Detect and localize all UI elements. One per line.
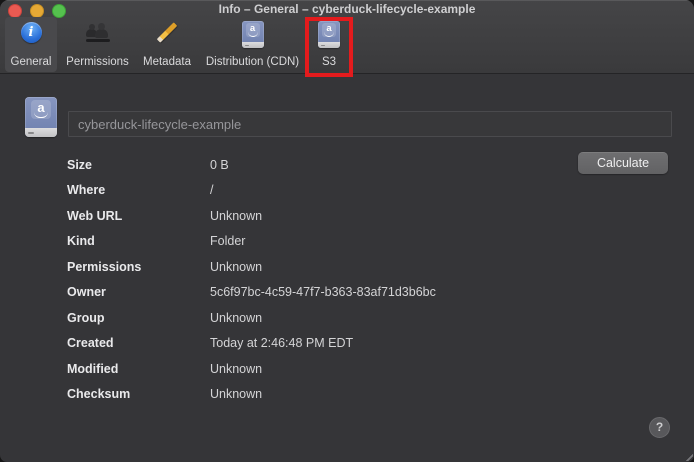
info-icon: i — [21, 22, 42, 43]
row-value: Unknown — [210, 209, 262, 223]
tab-general[interactable]: i General — [5, 17, 57, 72]
row-label: Kind — [67, 234, 210, 248]
tab-distribution-cdn[interactable]: a Distribution (CDN) — [202, 17, 303, 72]
row-value: / — [210, 183, 213, 197]
row-value: Unknown — [210, 387, 262, 401]
info-window: Info – General – cyberduck-lifecycle-exa… — [0, 0, 694, 462]
tab-metadata-label: Metadata — [139, 56, 195, 68]
row-value: Today at 2:46:48 PM EDT — [210, 336, 353, 350]
tab-permissions-label: Permissions — [58, 56, 137, 68]
info-row-web-url: Web URL Unknown — [67, 203, 564, 229]
row-label: Permissions — [67, 260, 210, 274]
row-label: Modified — [67, 362, 210, 376]
tab-general-label: General — [5, 56, 57, 68]
row-label: Group — [67, 311, 210, 325]
bucket-name-field[interactable] — [68, 111, 672, 137]
info-row-size: Size 0 B — [67, 152, 564, 178]
amazon-drive-icon: a — [318, 21, 340, 48]
row-value: Unknown — [210, 311, 262, 325]
tab-s3-label: S3 — [305, 56, 353, 68]
info-row-owner: Owner 5c6f97bc-4c59-47f7-b363-83af71d3b6… — [67, 280, 564, 306]
tab-metadata[interactable]: Metadata — [139, 17, 195, 72]
info-row-where: Where / — [67, 178, 564, 204]
pencil-icon — [153, 19, 181, 46]
zoom-button[interactable] — [52, 4, 66, 18]
info-row-group: Group Unknown — [67, 305, 564, 331]
help-button[interactable]: ? — [649, 417, 670, 438]
info-row-permissions: Permissions Unknown — [67, 254, 564, 280]
window-title: Info – General – cyberduck-lifecycle-exa… — [70, 2, 624, 16]
tab-distribution-cdn-label: Distribution (CDN) — [202, 56, 303, 68]
calculate-button[interactable]: Calculate — [578, 152, 668, 174]
minimize-button[interactable] — [30, 4, 44, 18]
row-value: 0 B — [210, 158, 229, 172]
window-chrome: Info – General – cyberduck-lifecycle-exa… — [0, 0, 694, 74]
close-button[interactable] — [8, 4, 22, 18]
amazon-drive-icon: a — [242, 21, 264, 48]
info-row-created: Created Today at 2:46:48 PM EDT — [67, 331, 564, 357]
row-label: Size — [67, 158, 210, 172]
row-label: Created — [67, 336, 210, 350]
row-value: Unknown — [210, 362, 262, 376]
resize-handle[interactable] — [685, 453, 693, 461]
tab-permissions[interactable]: Permissions — [58, 17, 137, 72]
info-details: Size 0 B Where / Web URL Unknown Kind Fo… — [67, 152, 564, 407]
row-value: Folder — [210, 234, 245, 248]
users-icon — [85, 23, 111, 44]
row-value: Unknown — [210, 260, 262, 274]
tab-s3[interactable]: a S3 — [305, 17, 353, 72]
info-row-checksum: Checksum Unknown — [67, 382, 564, 408]
row-label: Where — [67, 183, 210, 197]
info-row-modified: Modified Unknown — [67, 356, 564, 382]
bucket-drive-icon: a — [25, 97, 57, 137]
row-label: Web URL — [67, 209, 210, 223]
info-row-kind: Kind Folder — [67, 229, 564, 255]
row-label: Owner — [67, 285, 210, 299]
row-value: 5c6f97bc-4c59-47f7-b363-83af71d3b6bc — [210, 285, 436, 299]
traffic-lights — [8, 4, 66, 18]
row-label: Checksum — [67, 387, 210, 401]
